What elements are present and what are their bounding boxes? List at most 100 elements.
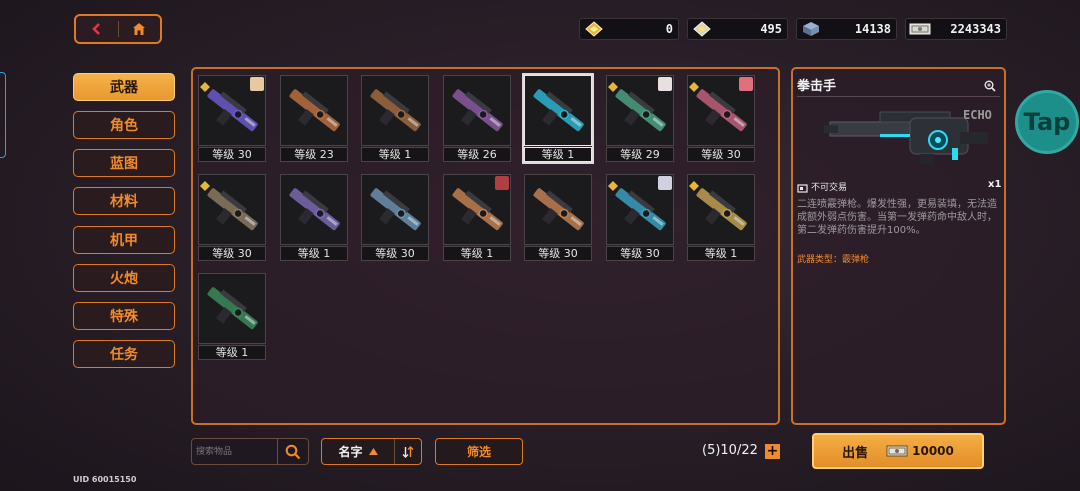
- item-level: 等级 29: [606, 147, 674, 162]
- item-level: 等级 1: [198, 345, 266, 360]
- inventory-item[interactable]: 等级 30: [606, 174, 674, 261]
- expand-capacity-button[interactable]: +: [765, 444, 780, 459]
- category-label: 特殊: [110, 309, 138, 325]
- character-avatar: [658, 176, 672, 190]
- weapon-thumbnail: [361, 174, 429, 245]
- inventory-item[interactable]: 等级 1: [198, 273, 266, 360]
- inventory-item[interactable]: 等级 23: [280, 75, 348, 162]
- sort-by-button[interactable]: 名字: [322, 439, 394, 464]
- inventory-item[interactable]: 等级 29: [606, 75, 674, 162]
- side-edge-tab[interactable]: [0, 72, 6, 158]
- rarity-chip-icon: [689, 77, 699, 92]
- category-quests[interactable]: 任务: [73, 340, 175, 368]
- search-box: [191, 438, 309, 465]
- item-description: 二连喷霰弹枪。爆发性强，更易装填，无法造成额外弱点伤害。当第一发弹药命中敌人时，…: [797, 199, 997, 236]
- home-icon: [133, 23, 146, 35]
- inventory-item[interactable]: 等级 1: [687, 174, 755, 261]
- back-button[interactable]: [76, 16, 118, 42]
- inventory-item[interactable]: 等级 30: [361, 174, 429, 261]
- top-nav: [74, 14, 162, 44]
- back-arrow-icon: [91, 23, 100, 35]
- plus-icon: +: [766, 443, 779, 459]
- inventory-item[interactable]: 等级 30: [198, 75, 266, 162]
- category-label: 火炮: [110, 271, 138, 287]
- rarity-chip-icon: [608, 176, 618, 191]
- item-level: 等级 30: [687, 147, 755, 162]
- currency-silver-value: 495: [760, 22, 782, 36]
- category-characters[interactable]: 角色: [73, 111, 175, 139]
- cash-icon: [909, 21, 931, 37]
- item-level: 等级 30: [606, 246, 674, 261]
- item-level: 等级 30: [198, 246, 266, 261]
- home-button[interactable]: [119, 16, 161, 42]
- item-quantity: x1: [988, 179, 1002, 190]
- weapon-thumbnail: [524, 174, 592, 245]
- filter-button[interactable]: 筛选: [435, 438, 523, 465]
- weapon-thumbnail: [280, 75, 348, 146]
- sort-direction-button[interactable]: [394, 439, 421, 464]
- detail-divider: [797, 96, 1000, 97]
- search-input[interactable]: [192, 439, 277, 464]
- sell-label: 出售: [842, 445, 869, 461]
- sort-label: 名字: [338, 445, 363, 459]
- category-label: 机甲: [110, 233, 138, 249]
- swap-order-icon: [402, 445, 414, 458]
- character-avatar: [739, 77, 753, 91]
- tap-label: Tap: [1023, 108, 1071, 136]
- inventory-item[interactable]: 等级 1: [522, 73, 594, 164]
- inventory-item[interactable]: 等级 30: [198, 174, 266, 261]
- category-special[interactable]: 特殊: [73, 302, 175, 330]
- category-materials[interactable]: 材料: [73, 187, 175, 215]
- currency-gold-value: 0: [665, 22, 673, 36]
- taptap-float-button[interactable]: Tap: [1015, 90, 1079, 154]
- category-blueprints[interactable]: 蓝图: [73, 149, 175, 177]
- item-detail-title: 拳击手: [797, 79, 837, 94]
- category-weapons[interactable]: 武器: [73, 73, 175, 101]
- inventory-capacity: (5)10/22: [702, 443, 758, 458]
- inventory-item[interactable]: 等级 26: [443, 75, 511, 162]
- currency-gold: 0: [579, 18, 679, 40]
- weapon-thumbnail: [361, 75, 429, 146]
- currency-cube: 14138: [796, 18, 897, 40]
- inventory-item[interactable]: 等级 1: [361, 75, 429, 162]
- item-level: 等级 1: [524, 147, 592, 162]
- gold-chip-icon: [583, 21, 605, 37]
- item-level: 等级 30: [198, 147, 266, 162]
- currency-cube-value: 14138: [854, 22, 891, 36]
- weapon-thumbnail: [524, 75, 592, 146]
- sell-price-value: 10000: [912, 444, 954, 458]
- inventory-item[interactable]: 等级 1: [280, 174, 348, 261]
- tradable-status: 不可交易: [811, 183, 848, 193]
- filter-label: 筛选: [466, 445, 491, 459]
- rarity-chip-icon: [689, 176, 699, 191]
- search-button[interactable]: [277, 439, 308, 464]
- zoom-button[interactable]: [984, 77, 996, 96]
- category-artillery[interactable]: 火炮: [73, 264, 175, 292]
- item-level: 等级 23: [280, 147, 348, 162]
- weapon-type: 武器类型：霰弹枪: [797, 255, 870, 265]
- rarity-chip-icon: [200, 176, 210, 191]
- currency-cash-value: 2243343: [950, 22, 1001, 36]
- item-level: 等级 26: [443, 147, 511, 162]
- category-mechs[interactable]: 机甲: [73, 226, 175, 254]
- inventory-item[interactable]: 等级 30: [524, 174, 592, 261]
- item-level: 等级 30: [524, 246, 592, 261]
- sort-ascending-icon: [368, 448, 378, 455]
- weapon-thumbnail: [280, 174, 348, 245]
- currency-silver: 495: [687, 18, 788, 40]
- cube-icon: [800, 21, 822, 37]
- inventory-item[interactable]: 等级 30: [687, 75, 755, 162]
- item-level: 等级 1: [687, 246, 755, 261]
- character-avatar: [658, 77, 672, 91]
- sell-button[interactable]: 出售 10000: [812, 433, 984, 469]
- silver-chip-icon: [691, 21, 713, 37]
- category-label: 武器: [110, 80, 138, 96]
- sort-control: 名字: [321, 438, 422, 465]
- character-avatar: [495, 176, 509, 190]
- inventory-item[interactable]: 等级 1: [443, 174, 511, 261]
- item-level: 等级 1: [361, 147, 429, 162]
- currency-cash: 2243343: [905, 18, 1007, 40]
- item-level: 等级 1: [280, 246, 348, 261]
- category-label: 角色: [110, 118, 138, 134]
- item-level: 等级 30: [361, 246, 429, 261]
